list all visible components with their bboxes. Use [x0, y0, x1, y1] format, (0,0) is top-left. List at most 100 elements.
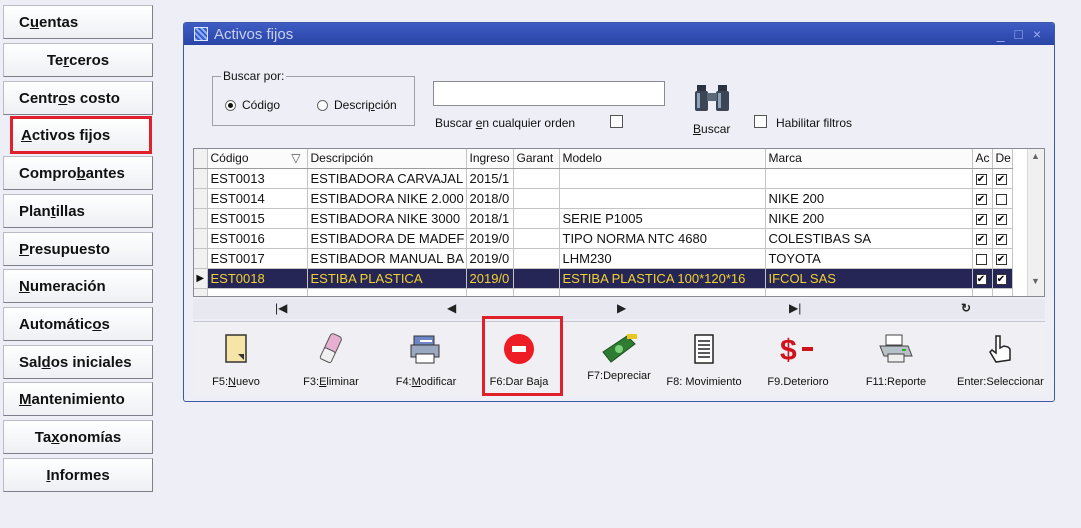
table-row[interactable]: EST0016 ESTIBADORA DE MADEF 2019/0 TIPO NOR… — [194, 228, 1013, 249]
menu-item-plantillas[interactable]: Plan t illas — [3, 194, 153, 228]
col-header-ac[interactable]: Ac — [972, 149, 993, 169]
col-header-marca[interactable]: Marca — [765, 149, 973, 169]
de-checkbox[interactable] — [995, 193, 1007, 205]
header-indicator — [194, 149, 208, 169]
cell-ac: ✔ — [972, 268, 993, 289]
cell-ac — [972, 248, 993, 269]
de-checkbox[interactable]: ✔ — [995, 273, 1007, 285]
toolbar-button-dollar-minus[interactable]: $ F9.Deterioro — [755, 322, 841, 394]
toolbar-button-label: F9.Deterioro — [767, 376, 829, 388]
toolbar-button-ledger[interactable]: F8: Movimiento — [661, 322, 747, 394]
menu-item-comprobantes[interactable]: Compro b antes — [3, 156, 153, 190]
ledger-icon — [686, 332, 722, 366]
toolbar-button-label: Enter:Seleccionar — [957, 376, 1044, 388]
menu-item-terceros[interactable]: Te r ceros — [3, 43, 153, 77]
dar-baja-highlight — [482, 316, 563, 396]
sort-arrow-icon: ▽ — [291, 151, 301, 166]
table-row[interactable]: ▶ EST0018 ESTIBA PLASTICA 2019/0 ESTIBA PLAS… — [194, 268, 1013, 289]
ac-checkbox[interactable] — [975, 253, 987, 265]
nav-first-icon[interactable]: |◀ — [275, 301, 287, 315]
new-document-icon — [218, 332, 254, 366]
title-bar[interactable]: Activos fijos _ □ × — [184, 23, 1054, 45]
scroll-down-icon[interactable]: ▼ — [1031, 276, 1040, 286]
ac-checkbox[interactable]: ✔ — [975, 173, 987, 185]
radio-codigo-label: Código — [242, 98, 281, 112]
cell-de: ✔ — [992, 228, 1013, 249]
search-by-group: Buscar por: Código Descripción — [212, 69, 415, 126]
cell-garant — [513, 168, 560, 189]
de-checkbox[interactable]: ✔ — [995, 173, 1007, 185]
table-row[interactable]: EST0014 ESTIBADORA NIKE 2.000 2018/0 NIKE 2… — [194, 188, 1013, 209]
hand-pointer-icon — [982, 332, 1018, 366]
menu-item-centros-costo[interactable]: Centr o s costo — [3, 81, 153, 115]
window-controls[interactable]: _ □ × — [997, 26, 1044, 42]
col-header-ingreso[interactable]: Ingreso — [466, 149, 514, 169]
radio-descripcion-dot[interactable] — [317, 99, 328, 111]
nav-refresh-icon[interactable]: ↻ — [961, 301, 971, 315]
cell-code: EST0015 — [207, 208, 308, 229]
any-order-checkbox[interactable] — [610, 115, 623, 128]
table-row[interactable]: EST0017 ESTIBADOR MANUAL BA 2019/0 LHM230 TO… — [194, 248, 1013, 269]
toolbar-button-printer[interactable]: F11:Reporte — [853, 322, 939, 394]
menu-item-numeración[interactable]: Numeración — [3, 269, 153, 303]
search-input[interactable] — [433, 81, 665, 106]
nav-last-icon[interactable]: ▶| — [789, 301, 801, 315]
eraser-icon — [313, 332, 349, 366]
toolbar-button-eraser[interactable]: F3:Eliminar — [288, 322, 374, 394]
cell-ingreso: 2018/0 — [466, 188, 514, 209]
menu-item-automáticos[interactable]: Automátic o s — [3, 307, 153, 341]
nav-prev-icon[interactable]: ◀ — [447, 301, 456, 315]
cell-ingreso: 2018/1 — [466, 208, 514, 229]
de-checkbox[interactable]: ✔ — [995, 213, 1007, 225]
cell-modelo — [559, 188, 766, 209]
window-content: Buscar por: Código Descripción Buscar en… — [190, 47, 1048, 395]
cell-ingreso: 2019/0 — [466, 228, 514, 249]
menu-item-activos-fijos[interactable]: Activos fijos — [10, 116, 152, 154]
cell-de — [992, 188, 1013, 209]
window-app-icon — [194, 27, 208, 41]
cell-de: ✔ — [992, 208, 1013, 229]
radio-codigo-dot[interactable] — [225, 99, 236, 111]
toolbar-button-new-document[interactable]: F5:Nuevo — [193, 322, 279, 394]
col-header-descripcion[interactable]: Descripción — [307, 149, 467, 169]
col-header-codigo[interactable]: Código ▽ — [207, 149, 308, 169]
radio-descripcion[interactable]: Descripción — [317, 98, 397, 112]
col-header-de[interactable]: De — [992, 149, 1013, 169]
col-header-modelo[interactable]: Modelo — [559, 149, 766, 169]
cell-desc: ESTIBADORA NIKE 3000 — [307, 208, 467, 229]
assets-grid[interactable]: Código ▽ Descripción Ingreso Garant Model… — [193, 148, 1045, 297]
enable-filters-checkbox[interactable] — [754, 115, 767, 128]
nav-next-icon[interactable]: ▶ — [617, 301, 626, 315]
grid-vertical-scrollbar[interactable]: ▲ ▼ — [1027, 149, 1044, 296]
toolbar-button-printer-edit[interactable]: F4:Modificar — [383, 322, 469, 394]
row-indicator — [194, 188, 208, 209]
table-row[interactable]: EST0013 ESTIBADORA CARVAJAL 2015/1 ✔ ✔ — [194, 168, 1013, 189]
toolbar-button-hand-pointer[interactable]: Enter:Seleccionar — [957, 322, 1044, 394]
table-row[interactable]: EST0015 ESTIBADORA NIKE 3000 2018/1 SERIE P… — [194, 208, 1013, 229]
radio-codigo[interactable]: Código — [225, 98, 280, 112]
ac-checkbox[interactable]: ✔ — [975, 273, 987, 285]
menu-item-mantenimiento[interactable]: Mantenimiento — [3, 382, 153, 416]
toolbar-button-label: F7:Depreciar — [587, 370, 651, 382]
ac-checkbox[interactable]: ✔ — [975, 213, 987, 225]
cell-code: EST0014 — [207, 188, 308, 209]
ac-checkbox[interactable]: ✔ — [975, 193, 987, 205]
printer-edit-icon — [408, 332, 444, 366]
radio-descripcion-label: Descripción — [334, 98, 397, 112]
menu-item-presupuesto[interactable]: Presupuesto — [3, 232, 153, 266]
cell-code: EST0018 — [207, 268, 308, 289]
ac-checkbox[interactable]: ✔ — [975, 233, 987, 245]
search-button[interactable]: Buscar — [690, 77, 742, 139]
col-header-garant[interactable]: Garant — [513, 149, 560, 169]
menu-item-saldos-iniciales[interactable]: Sal d os iniciales — [3, 345, 153, 379]
menu-item-informes[interactable]: Informes — [3, 458, 153, 492]
menu-item-cuentas[interactable]: Cu entas — [3, 5, 153, 39]
scroll-up-icon[interactable]: ▲ — [1031, 151, 1040, 161]
de-checkbox[interactable]: ✔ — [995, 233, 1007, 245]
cell-marca: NIKE 200 — [765, 188, 973, 209]
toolbar-button-money[interactable]: F7:Depreciar — [576, 322, 662, 394]
de-checkbox[interactable]: ✔ — [995, 253, 1007, 265]
cell-garant — [513, 248, 560, 269]
cell-garant — [513, 208, 560, 229]
menu-item-taxonomías[interactable]: Ta x onomías — [3, 420, 153, 454]
